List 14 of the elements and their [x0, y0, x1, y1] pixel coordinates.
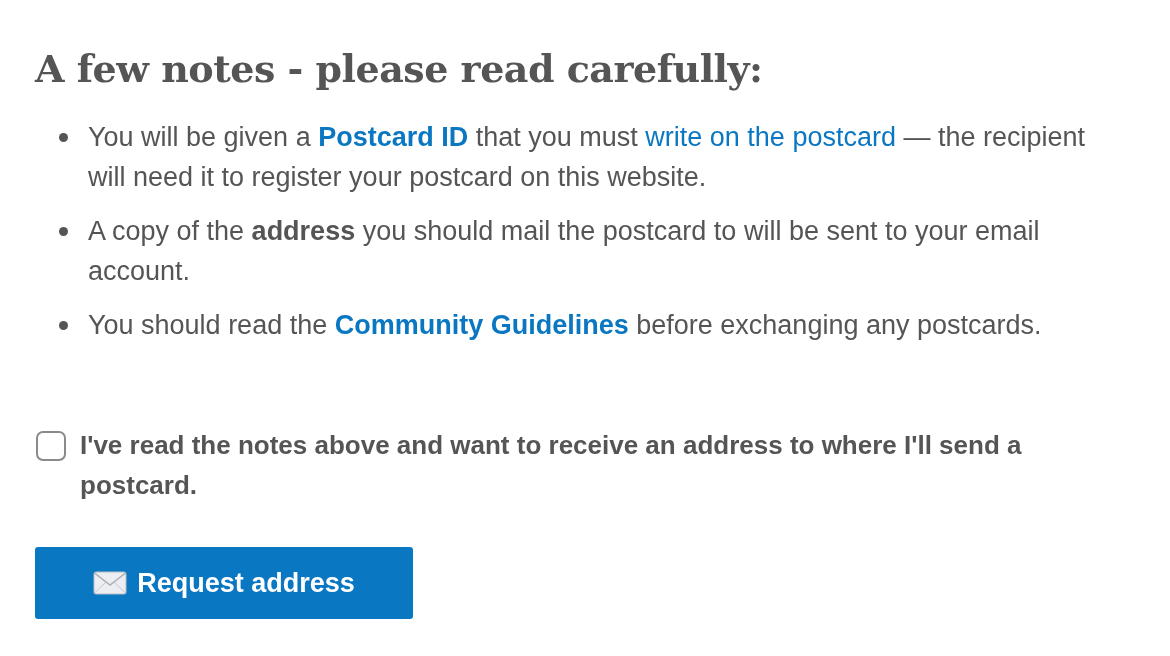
note-link[interactable]: write on the postcard: [645, 122, 896, 152]
note-text: You should read the Community Guidelines before exchanging any postcards.: [88, 309, 1042, 342]
note-link[interactable]: Community Guidelines: [334, 310, 629, 340]
bullet-icon: [59, 321, 68, 330]
request-address-button[interactable]: Request address: [35, 547, 413, 619]
notes-heading: A few notes - please read carefully:: [35, 46, 764, 91]
note-text: You will be given a Postcard ID that you must write on the postcard — the recipient will need it to register your postcard on this website.: [88, 121, 1087, 194]
note-link[interactable]: Postcard ID: [318, 122, 469, 152]
envelope-icon: [93, 571, 128, 595]
agreement-checkbox[interactable]: [36, 431, 66, 461]
bullet-icon: [59, 133, 68, 142]
agreement-label: I've read the notes above and want to receive an address to where I'll send a postcard.: [80, 429, 1023, 502]
bullet-icon: [59, 227, 68, 236]
note-text: A copy of the address you should mail the postcard to will be sent to your email account.: [88, 215, 1041, 288]
